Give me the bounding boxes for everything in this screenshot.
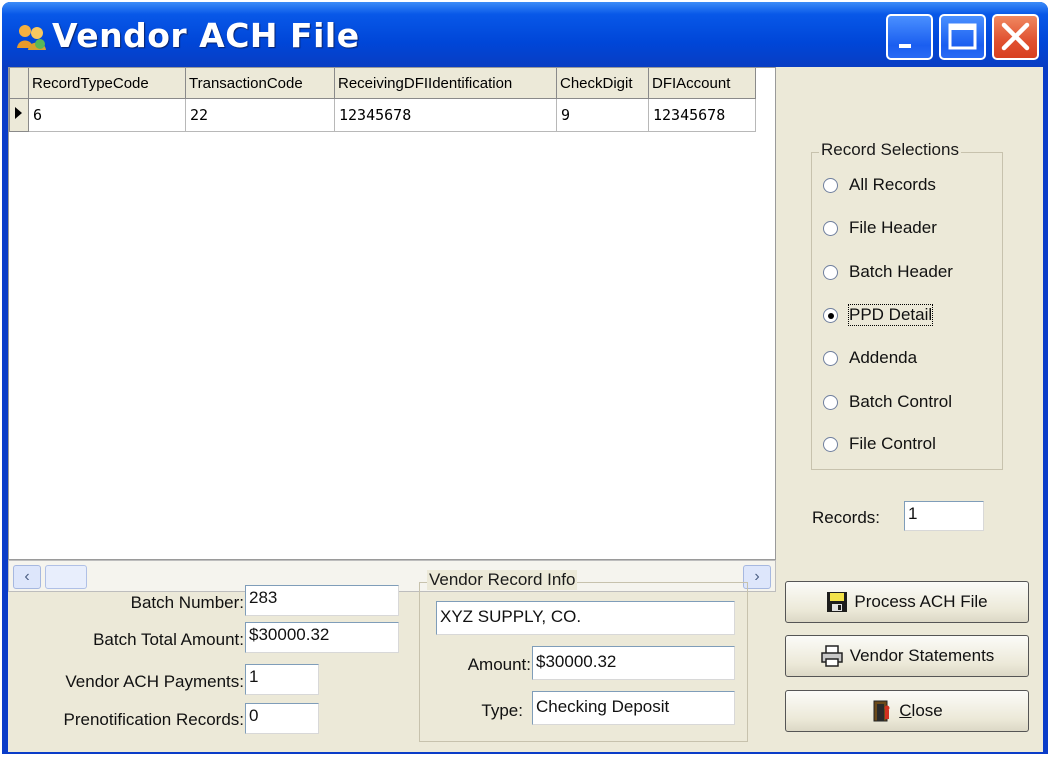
vendor-name-field[interactable]: XYZ SUPPLY, CO. — [436, 601, 735, 635]
floppy-disk-icon — [827, 592, 848, 612]
vendor-record-info-title: Vendor Record Info — [427, 570, 578, 590]
current-row-arrow-icon — [9, 98, 29, 132]
vendor-payments-field[interactable]: 1 — [245, 664, 319, 695]
batch-number-label: Batch Number: — [130, 593, 244, 612]
radio-circle-icon — [823, 395, 838, 410]
column-header[interactable]: DFIAccount — [648, 68, 756, 99]
radio-circle-icon — [823, 351, 838, 366]
table-row[interactable]: 6 22 12345678 9 12345678 — [9, 98, 756, 132]
scroll-thumb[interactable] — [45, 565, 87, 589]
window-title: Vendor ACH File — [52, 16, 360, 55]
type-field[interactable]: Checking Deposit — [532, 691, 735, 725]
radio-circle-icon — [823, 221, 838, 236]
batch-total-label: Batch Total Amount: — [93, 630, 244, 649]
row-indicator-header — [9, 68, 29, 99]
radio-label: All Records — [849, 175, 936, 194]
radio-label: File Header — [849, 218, 937, 237]
close-window-button[interactable] — [992, 14, 1039, 60]
title-bar[interactable]: Vendor ACH File — [2, 2, 1048, 70]
radio-label: Batch Header — [849, 262, 953, 281]
column-header[interactable]: RecordTypeCode — [28, 68, 186, 99]
radio-label: Batch Control — [849, 392, 952, 411]
table-cell[interactable]: 9 — [556, 98, 649, 132]
column-header[interactable]: TransactionCode — [185, 68, 335, 99]
radio-circle-icon — [823, 437, 838, 452]
record-selections-title: Record Selections — [819, 140, 961, 160]
amount-field[interactable]: $30000.32 — [532, 646, 735, 680]
amount-label: Amount: — [467, 655, 531, 674]
door-exit-icon — [873, 700, 890, 722]
radio-label: File Control — [849, 434, 936, 453]
client-area: RecordTypeCode TransactionCode Receiving… — [8, 67, 1043, 752]
table-cell[interactable]: 12345678 — [334, 98, 557, 132]
type-label: Type: — [481, 701, 523, 720]
close-x-icon — [1001, 22, 1030, 51]
vendor-ach-window: Vendor ACH File RecordTypeCode Transacti… — [2, 2, 1048, 754]
batch-number-field[interactable]: 283 — [245, 585, 399, 616]
prenote-records-label: Prenotification Records: — [63, 710, 244, 729]
batch-total-field[interactable]: $30000.32 — [245, 622, 399, 653]
process-ach-file-label: Process ACH File — [854, 592, 988, 611]
records-label: Records: — [812, 508, 881, 527]
radio-label: Addenda — [849, 348, 918, 367]
printer-icon — [820, 645, 843, 667]
close-label: Close — [899, 701, 943, 720]
close-button[interactable]: Close — [785, 690, 1029, 732]
radio-circle-icon — [823, 265, 838, 280]
scroll-left-icon[interactable]: ‹ — [13, 565, 41, 589]
column-header[interactable]: CheckDigit — [556, 68, 649, 99]
minimize-button[interactable] — [886, 14, 933, 60]
process-ach-file-button[interactable]: Process ACH File — [785, 581, 1029, 623]
vendor-statements-button[interactable]: Vendor Statements — [785, 635, 1029, 677]
column-header[interactable]: ReceivingDFIIdentification — [334, 68, 557, 99]
vendor-payments-label: Vendor ACH Payments: — [65, 672, 244, 691]
radio-selected-icon — [823, 308, 838, 323]
app-users-icon — [17, 25, 46, 50]
maximize-button[interactable] — [939, 14, 986, 60]
table-cell[interactable]: 6 — [28, 98, 186, 132]
records-count-field[interactable]: 1 — [904, 501, 984, 531]
vendor-statements-label: Vendor Statements — [849, 646, 995, 665]
close-accelerator: C — [899, 701, 912, 720]
maximize-icon — [948, 23, 977, 50]
prenote-records-field[interactable]: 0 — [245, 703, 319, 734]
radio-label: PPD Detail — [847, 304, 934, 326]
ach-records-grid[interactable]: RecordTypeCode TransactionCode Receiving… — [8, 67, 776, 560]
table-cell[interactable]: 12345678 — [648, 98, 756, 132]
table-cell[interactable]: 22 — [185, 98, 335, 132]
radio-circle-icon — [823, 178, 838, 193]
minimize-icon — [899, 44, 911, 48]
